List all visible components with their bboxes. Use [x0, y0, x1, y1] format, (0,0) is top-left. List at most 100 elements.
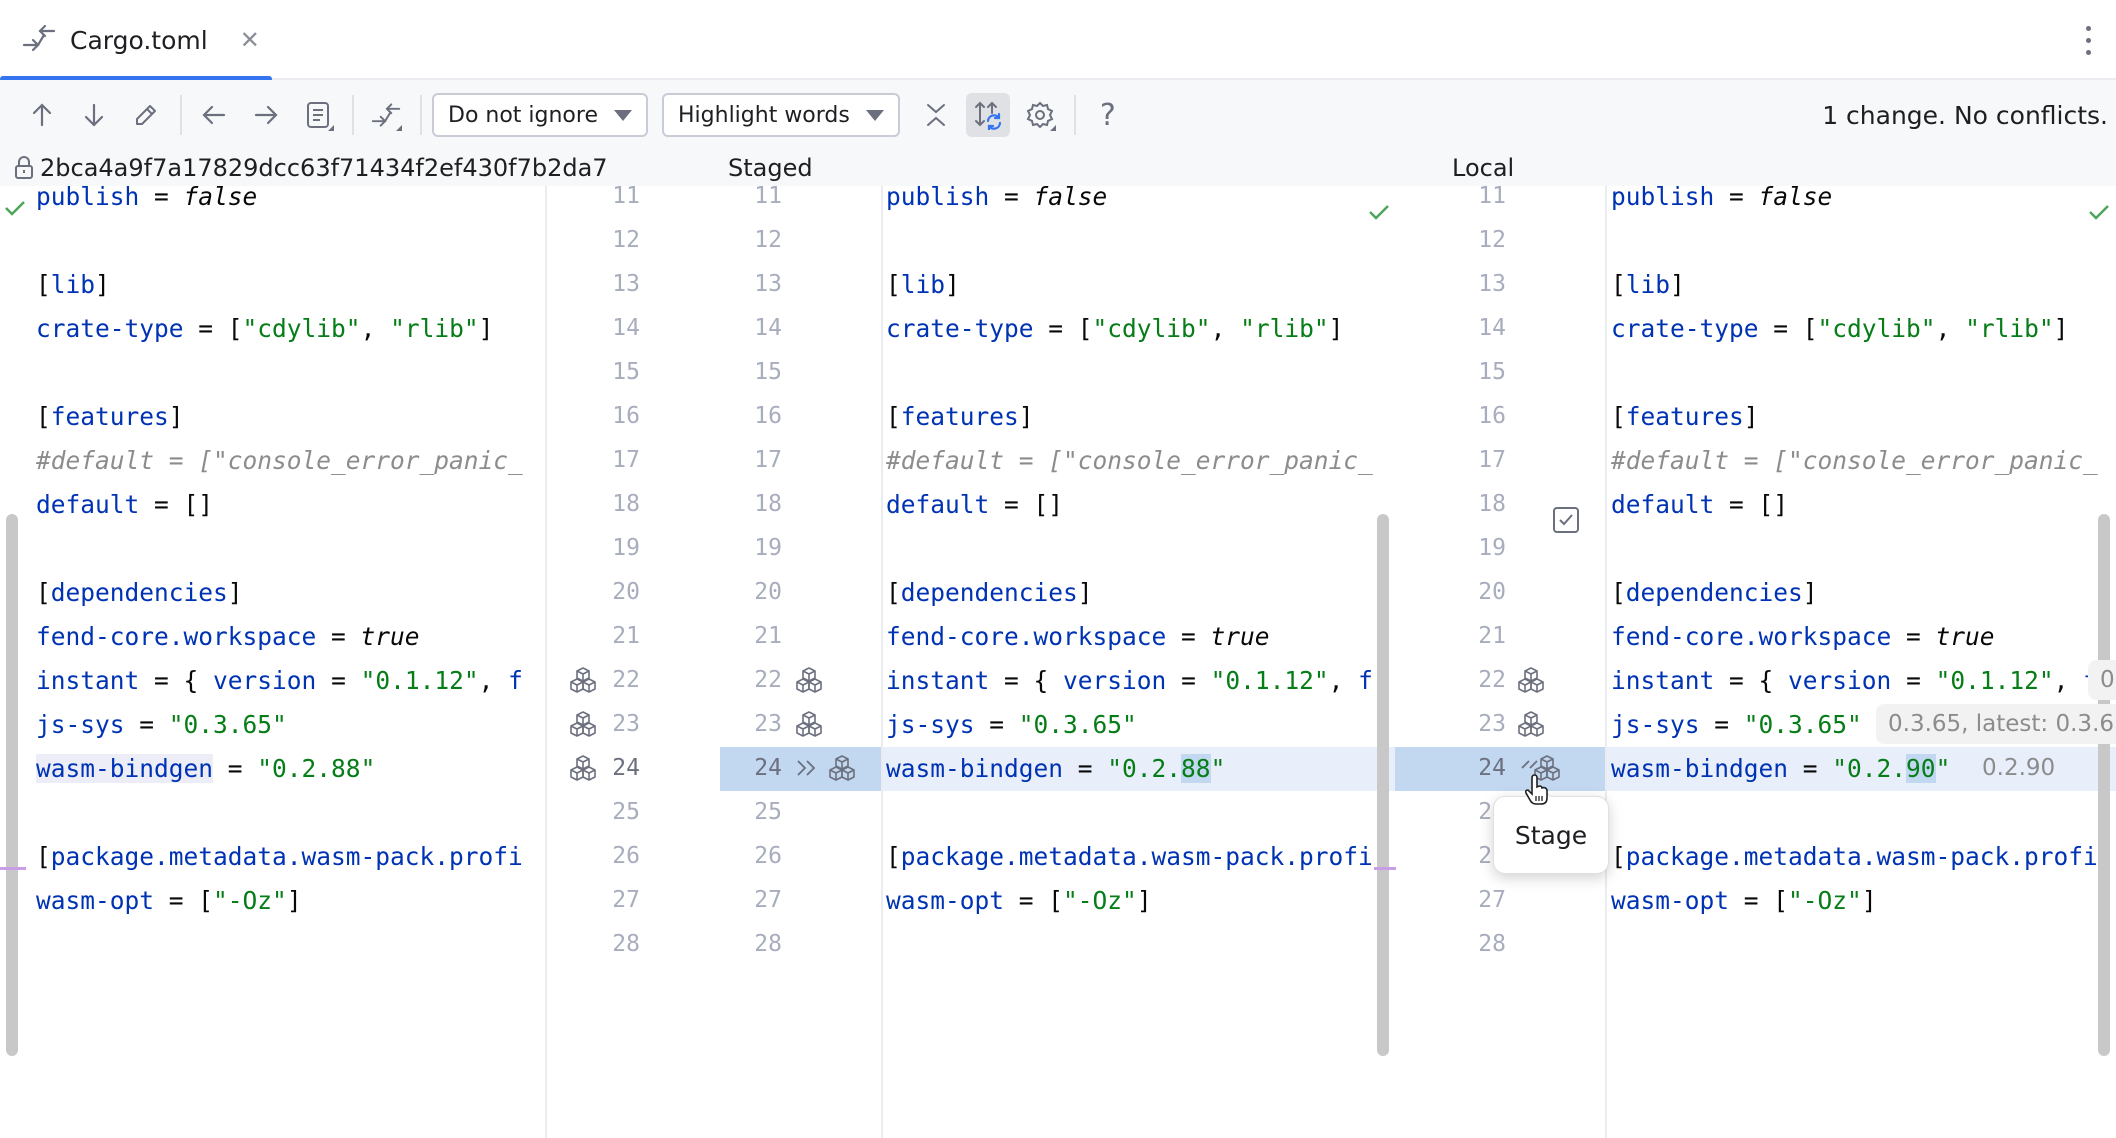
crate-icon[interactable]	[1514, 658, 1548, 702]
ignore-whitespace-value: Do not ignore	[448, 102, 598, 128]
inlay-marker	[0, 867, 26, 870]
base-line-number: 15	[612, 359, 640, 385]
code-line: #default = ["console_error_panic_	[886, 445, 1373, 475]
tab-cargo-toml[interactable]: Cargo.toml ✕	[0, 0, 272, 82]
tab-title: Cargo.toml	[70, 25, 208, 55]
code-line: instant = { version = "0.1.12", f	[886, 665, 1373, 695]
help-button[interactable]: ?	[1086, 93, 1130, 137]
code-line: js-sys = "0.3.65"	[1611, 709, 1862, 739]
code-line: crate-type = ["cdylib", "rlib"]	[36, 313, 494, 343]
settings-button[interactable]	[1018, 93, 1062, 137]
code-line: [features]	[1611, 401, 1759, 431]
staged-line-number: 11	[754, 186, 782, 209]
local-line-number: 27	[1478, 887, 1506, 913]
staged-line-number: 17	[754, 447, 782, 473]
staged-line-number: 22	[754, 667, 782, 693]
crate-icon[interactable]	[1514, 702, 1548, 746]
staged-line-number: 18	[754, 491, 782, 517]
base-line-number: 18	[612, 491, 640, 517]
code-line: [package.metadata.wasm-pack.profi	[886, 841, 1373, 871]
toolbar-separator	[1073, 95, 1076, 135]
local-line-number: 23	[1478, 711, 1506, 737]
include-change-checkbox[interactable]	[1552, 498, 1580, 542]
local-editor[interactable]: publish = false [lib] crate-type = ["cdyli…	[1611, 186, 2116, 1138]
staged-label: Staged	[728, 154, 813, 182]
chevron-down-icon	[865, 109, 884, 121]
ignore-whitespace-dropdown[interactable]: Do not ignore	[432, 93, 648, 137]
code-line: wasm-bindgen = "0.2. 88 "	[886, 753, 1226, 783]
apply-change-icon[interactable]	[792, 746, 822, 790]
crate-icon[interactable]	[566, 746, 600, 790]
staged-line-number: 12	[754, 227, 782, 253]
arrow-down-icon	[84, 103, 104, 127]
version-inlay-hint[interactable]: 0.	[2088, 660, 2116, 700]
crate-icon[interactable]	[792, 702, 826, 746]
local-line-number: 20	[1478, 579, 1506, 605]
code-line: wasm-bindgen = "0.2. 90 "	[1611, 753, 1951, 783]
base-line-number: 26	[612, 843, 640, 869]
close-icon[interactable]: ✕	[240, 26, 260, 54]
local-line-number: 28	[1478, 931, 1506, 957]
sync-scroll-button[interactable]	[965, 93, 1010, 137]
next-difference-button[interactable]	[72, 93, 116, 137]
staged-editor[interactable]: publish = false [lib] crate-type = ["cdyli…	[886, 186, 1376, 1138]
local-line-number: 21	[1478, 623, 1506, 649]
file-list-button[interactable]	[296, 93, 340, 137]
highlight-mode-dropdown[interactable]: Highlight words	[662, 93, 900, 137]
staged-line-number: 26	[754, 843, 782, 869]
code-line: js-sys = "0.3.65"	[36, 709, 287, 739]
local-line-number: 11	[1478, 186, 1506, 209]
staged-scrollbar[interactable]	[1377, 514, 1389, 1056]
no-problems-check-icon	[2, 186, 28, 230]
version-inlay-hint[interactable]: 0.2.90	[1970, 748, 2067, 788]
edit-source-button[interactable]	[124, 93, 168, 137]
code-line: js-sys = "0.3.65"	[886, 709, 1137, 739]
code-line: fend-core.workspace = true	[886, 621, 1270, 651]
collapse-unchanged-button[interactable]	[914, 93, 958, 137]
base-line-number: 13	[612, 271, 640, 297]
local-line-number: 18	[1478, 491, 1506, 517]
base-line-number: 20	[612, 579, 640, 605]
pane-divider	[545, 186, 547, 1138]
base-line-number: 17	[612, 447, 640, 473]
pane-divider	[881, 186, 883, 1138]
viewer-mode-button[interactable]	[364, 93, 408, 137]
lock-icon	[15, 156, 33, 179]
compare-next-file-button[interactable]	[244, 93, 288, 137]
code-line: [lib]	[1611, 269, 1685, 299]
staged-line-number: 15	[754, 359, 782, 385]
crate-icon[interactable]	[792, 658, 826, 702]
code-line: wasm-bindgen = "0.2. 88 "	[36, 753, 376, 783]
arrow-up-icon	[32, 103, 52, 127]
more-options-button[interactable]	[2082, 22, 2094, 58]
collapse-unchanged-icon	[926, 104, 945, 126]
code-line: fend-core.workspace = true	[36, 621, 420, 651]
code-line: instant = { version = "0.1.12", f	[1611, 665, 2098, 695]
base-line-number: 27	[612, 887, 640, 913]
code-line: [package.metadata.wasm-pack.profi	[36, 841, 523, 871]
base-scrollbar[interactable]	[6, 514, 18, 1056]
code-line: [features]	[36, 401, 184, 431]
code-line: publish = false	[1611, 186, 1833, 211]
code-line: instant = { version = "0.1.12", f	[36, 665, 523, 695]
crate-icon[interactable]	[566, 658, 600, 702]
previous-difference-button[interactable]	[20, 93, 64, 137]
version-inlay-hint[interactable]: 0.3.65, latest: 0.3.6	[1876, 704, 2116, 744]
local-line-number: 19	[1478, 535, 1506, 561]
crate-icon[interactable]	[825, 746, 859, 790]
hand-cursor-icon	[1522, 772, 1552, 808]
chevron-down-icon	[614, 109, 632, 121]
code-line: [features]	[886, 401, 1034, 431]
code-line: [lib]	[886, 269, 960, 299]
base-editor[interactable]: publish = false [lib] crate-type = ["cdyli…	[36, 186, 544, 1138]
code-line: publish = false	[886, 186, 1108, 211]
staged-line-number: 16	[754, 403, 782, 429]
compare-previous-file-button[interactable]	[192, 93, 236, 137]
code-line: [package.metadata.wasm-pack.profi	[1611, 841, 2098, 871]
local-line-number: 17	[1478, 447, 1506, 473]
local-line-number: 12	[1478, 227, 1506, 253]
diff-status: 1 change. No conflicts.	[1822, 100, 2108, 130]
crate-icon[interactable]	[566, 702, 600, 746]
diff-icon	[22, 23, 56, 57]
code-line: publish = false	[36, 186, 258, 211]
